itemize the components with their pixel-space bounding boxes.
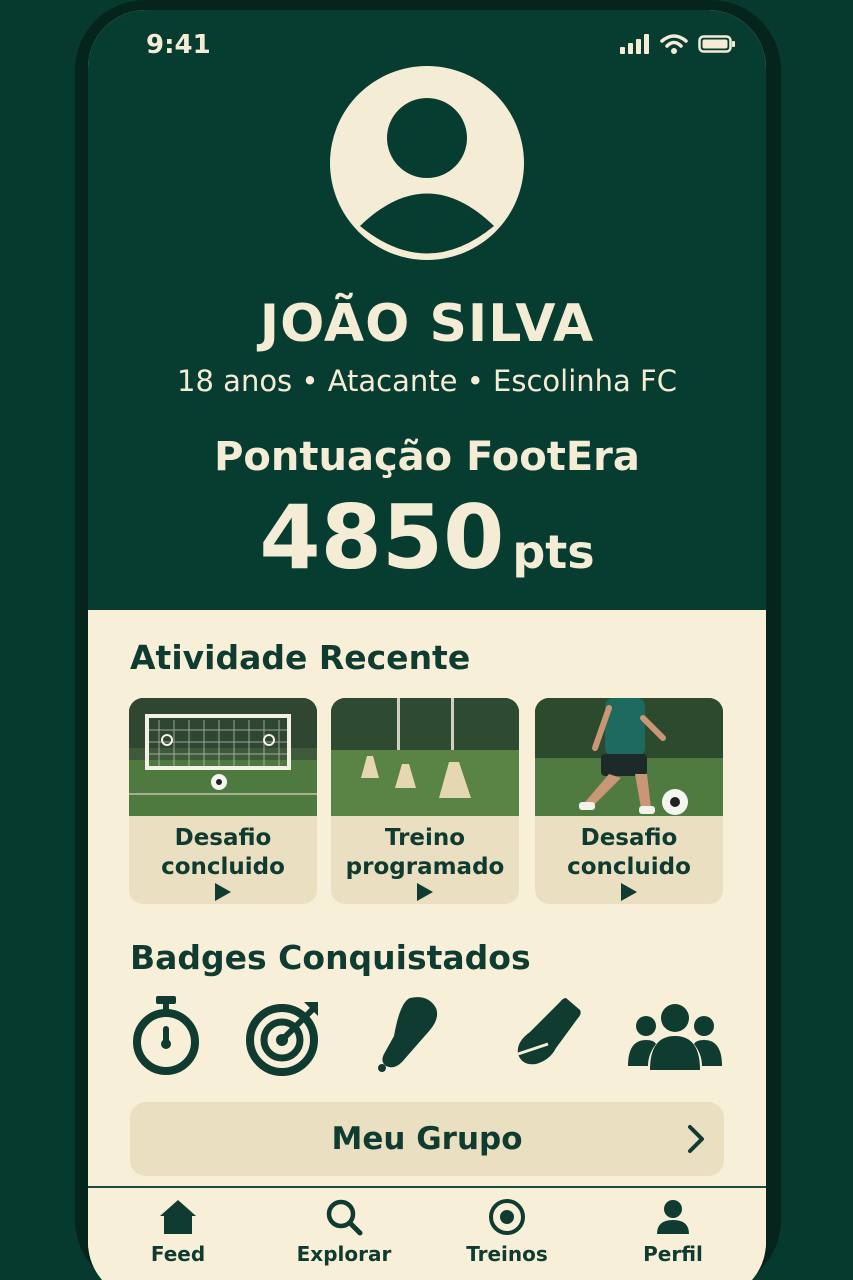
score-value: 4850 [259,486,505,589]
activity-card[interactable]: Desafio concluido [129,698,317,904]
training-cones-image [331,698,519,816]
play-icon[interactable] [415,882,435,902]
tab-perfil[interactable]: Perfil [603,1198,743,1266]
home-icon [160,1200,196,1234]
search-icon [326,1199,363,1236]
my-group-button[interactable]: Meu Grupo [130,1102,724,1176]
wifi-icon [660,34,688,54]
status-icons [620,34,736,54]
user-icon [657,1200,689,1234]
profile-header: 9:41 JOÃO SILVA 18 anos • Atacante • Esc… [88,10,766,610]
score-label: Pontuação FootEra [214,434,640,480]
tab-treinos[interactable]: Treinos [437,1198,577,1266]
whistle-icon[interactable] [512,996,584,1076]
play-icon[interactable] [213,882,233,902]
screen: 9:41 JOÃO SILVA 18 anos • Atacante • Esc… [88,10,766,1280]
user-icon [360,98,494,254]
activity-label: Desafio concluido [161,825,285,880]
score: 4850 pts [88,486,766,589]
tab-feed[interactable]: Feed [108,1198,248,1266]
cleat-icon[interactable] [374,996,446,1076]
score-unit: pts [512,525,595,579]
my-group-label: Meu Grupo [331,1121,523,1157]
activity-label: Desafio concluido [567,825,691,880]
profile-name: JOÃO SILVA [259,294,595,354]
battery-icon [698,35,735,53]
team-icon[interactable] [626,996,724,1076]
stopwatch-icon[interactable] [130,996,202,1076]
target-icon [489,1199,525,1235]
play-icon[interactable] [619,882,639,902]
soccer-goal-image [129,698,317,816]
activity-label: Treino programado [345,825,505,880]
status-time: 9:41 [146,30,211,60]
signal-icon [620,34,649,54]
target-icon[interactable] [244,996,324,1076]
chevron-right-icon [688,1125,704,1153]
avatar[interactable] [330,66,524,260]
tab-bar: Feed Explorar Treinos Perfil [88,1186,766,1280]
profile-details: 18 anos • Atacante • Escolinha FC [177,364,677,398]
tab-explorar[interactable]: Explorar [274,1198,414,1266]
badges-title: Badges Conquistados [130,938,531,977]
activity-card[interactable]: Treino programado [331,698,519,904]
player-kicking-ball-image [535,698,723,816]
activity-card[interactable]: Desafio concluido [535,698,723,904]
activity-title: Atividade Recente [130,638,471,677]
